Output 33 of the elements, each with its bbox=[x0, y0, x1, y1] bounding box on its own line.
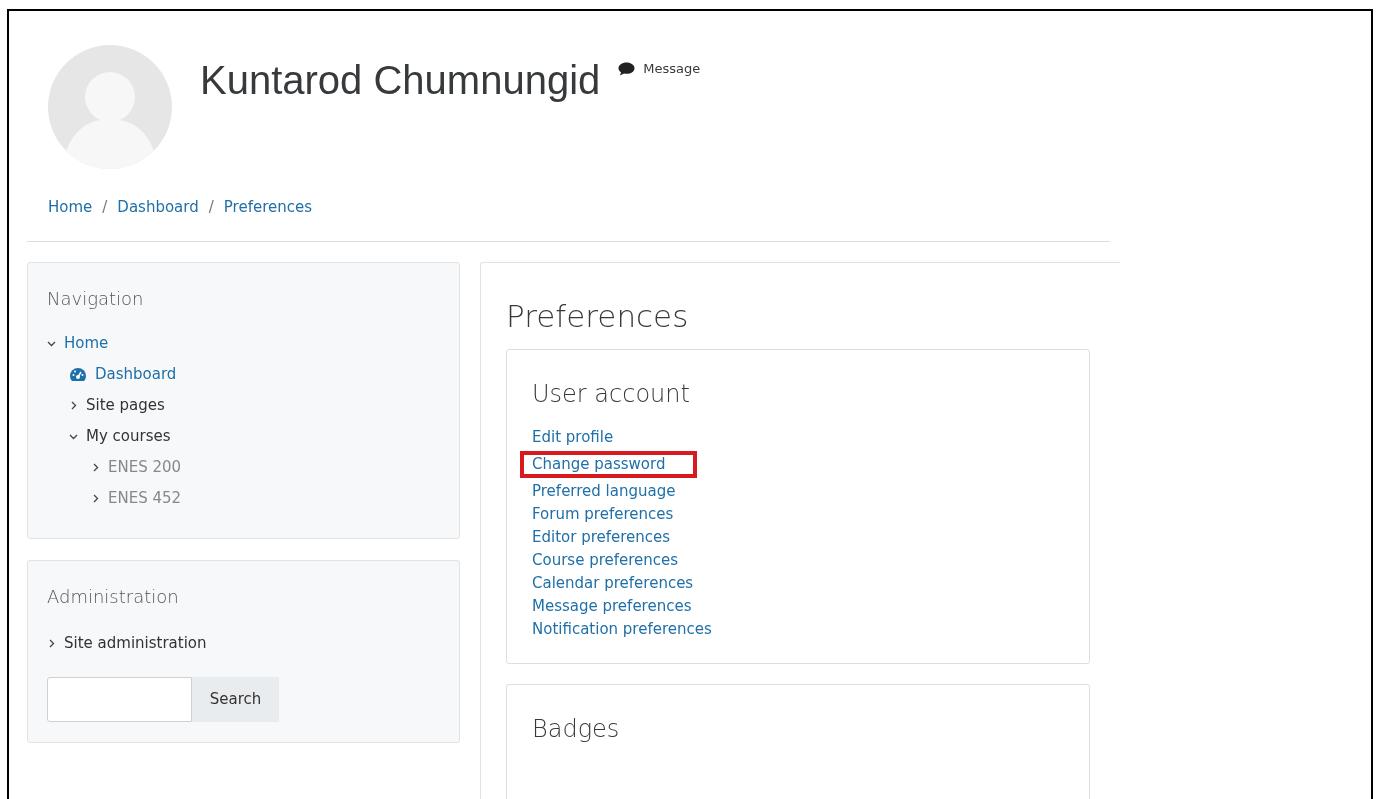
section-heading: Badges bbox=[532, 714, 621, 745]
page-heading: Preferences bbox=[506, 296, 690, 336]
preference-link[interactable]: Editor preferences bbox=[532, 526, 671, 549]
tree-item[interactable]: My courses bbox=[86, 424, 171, 448]
breadcrumb-separator: / bbox=[102, 197, 108, 218]
dashboard-gauge-icon bbox=[69, 366, 87, 382]
tree-item[interactable]: ENES 452 bbox=[108, 486, 182, 510]
panel-title: Navigation bbox=[47, 286, 145, 311]
avatar-icon bbox=[48, 45, 172, 169]
speech-bubble-icon bbox=[618, 61, 636, 76]
preference-link[interactable]: Forum preferences bbox=[532, 503, 674, 526]
search-button[interactable]: Search bbox=[192, 676, 279, 722]
preference-link[interactable]: Edit profile bbox=[532, 426, 614, 449]
tree-item[interactable]: ENES 200 bbox=[108, 455, 182, 479]
tree-item[interactable]: Site administration bbox=[64, 631, 207, 655]
panel-title: Administration bbox=[47, 584, 180, 609]
tree-item[interactable]: Dashboard bbox=[95, 362, 177, 386]
preference-link[interactable]: Course preferences bbox=[532, 549, 679, 572]
user-name: Kuntarod Chumnungid bbox=[200, 57, 601, 104]
preference-link[interactable]: Preferred language bbox=[532, 480, 676, 503]
section-heading: User account bbox=[532, 379, 691, 410]
preference-link[interactable]: Calendar preferences bbox=[532, 572, 694, 595]
preference-link[interactable]: Message preferences bbox=[532, 595, 692, 618]
tree-item[interactable]: Site pages bbox=[86, 393, 165, 417]
preference-link[interactable]: Notification preferences bbox=[532, 618, 712, 641]
tree-item[interactable]: Home bbox=[64, 331, 109, 355]
breadcrumb-link[interactable]: Dashboard bbox=[117, 196, 199, 219]
breadcrumb-link[interactable]: Preferences bbox=[223, 196, 313, 219]
breadcrumb-separator: / bbox=[208, 197, 214, 218]
search-field[interactable] bbox=[47, 676, 192, 722]
breadcrumb-link[interactable]: Home bbox=[48, 196, 93, 219]
preference-link[interactable]: Change password bbox=[520, 451, 698, 478]
message-link[interactable]: Message bbox=[618, 59, 701, 79]
